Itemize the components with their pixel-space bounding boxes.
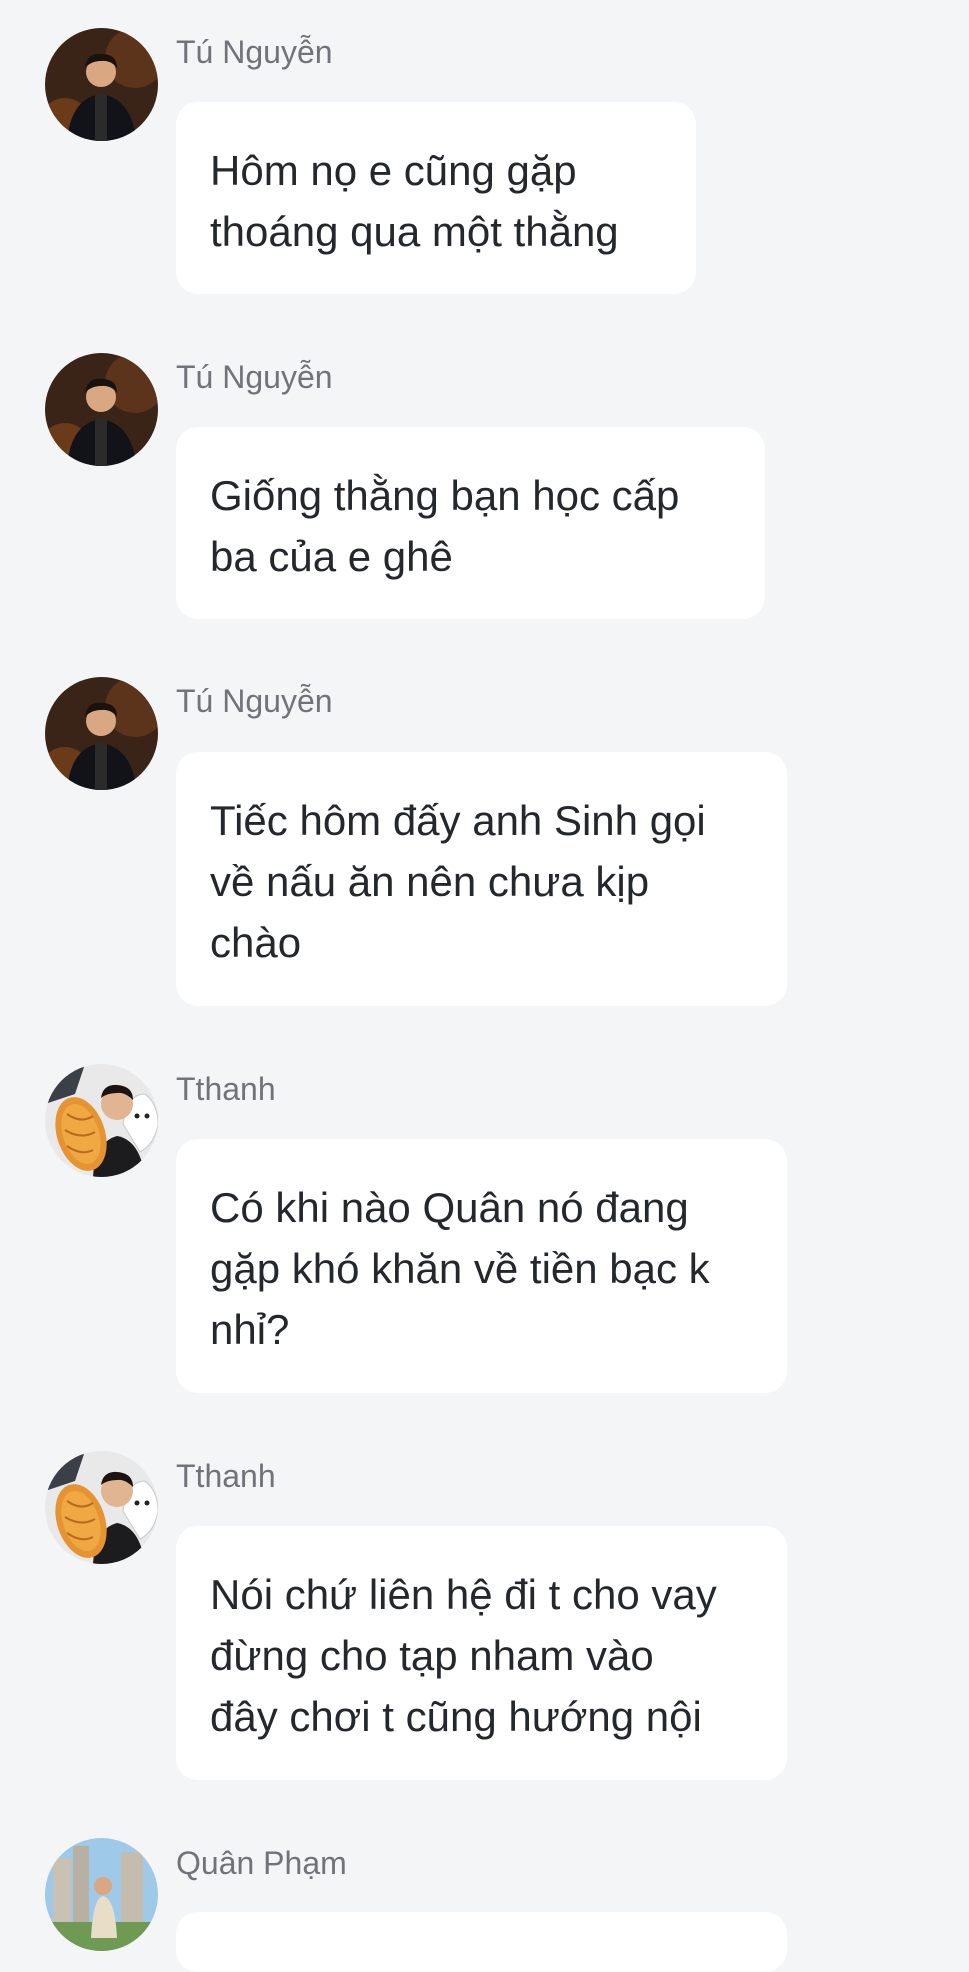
sender-avatar[interactable] bbox=[45, 677, 158, 790]
sender-name: Tú Nguyễn bbox=[176, 683, 333, 719]
sender-avatar[interactable] bbox=[45, 353, 158, 466]
message-bubble[interactable]: Nói chứ liên hệ đi t cho vay đừng cho tạ… bbox=[176, 1526, 787, 1780]
message-bubble[interactable]: Hôm nọ e cũng gặp thoáng qua một thằng bbox=[176, 102, 696, 294]
message-bubble[interactable]: Giống thằng bạn học cấp ba của e ghê bbox=[176, 427, 765, 619]
sender-name: Tú Nguyễn bbox=[176, 34, 333, 70]
sender-avatar[interactable] bbox=[45, 1838, 158, 1951]
message-bubble[interactable]: Có khi nào Quân nó đang gặp khó khăn về … bbox=[176, 1139, 787, 1393]
sender-name: Tthanh bbox=[176, 1458, 276, 1494]
sender-name: Quân Phạm bbox=[176, 1845, 347, 1881]
sender-avatar[interactable] bbox=[45, 1064, 158, 1177]
sender-avatar[interactable] bbox=[45, 28, 158, 141]
message-bubble[interactable] bbox=[176, 1912, 787, 1972]
sender-name: Tthanh bbox=[176, 1071, 276, 1107]
message-bubble[interactable]: Tiếc hôm đấy anh Sinh gọi về nấu ăn nên … bbox=[176, 752, 787, 1006]
sender-avatar[interactable] bbox=[45, 1451, 158, 1564]
sender-name: Tú Nguyễn bbox=[176, 359, 333, 395]
